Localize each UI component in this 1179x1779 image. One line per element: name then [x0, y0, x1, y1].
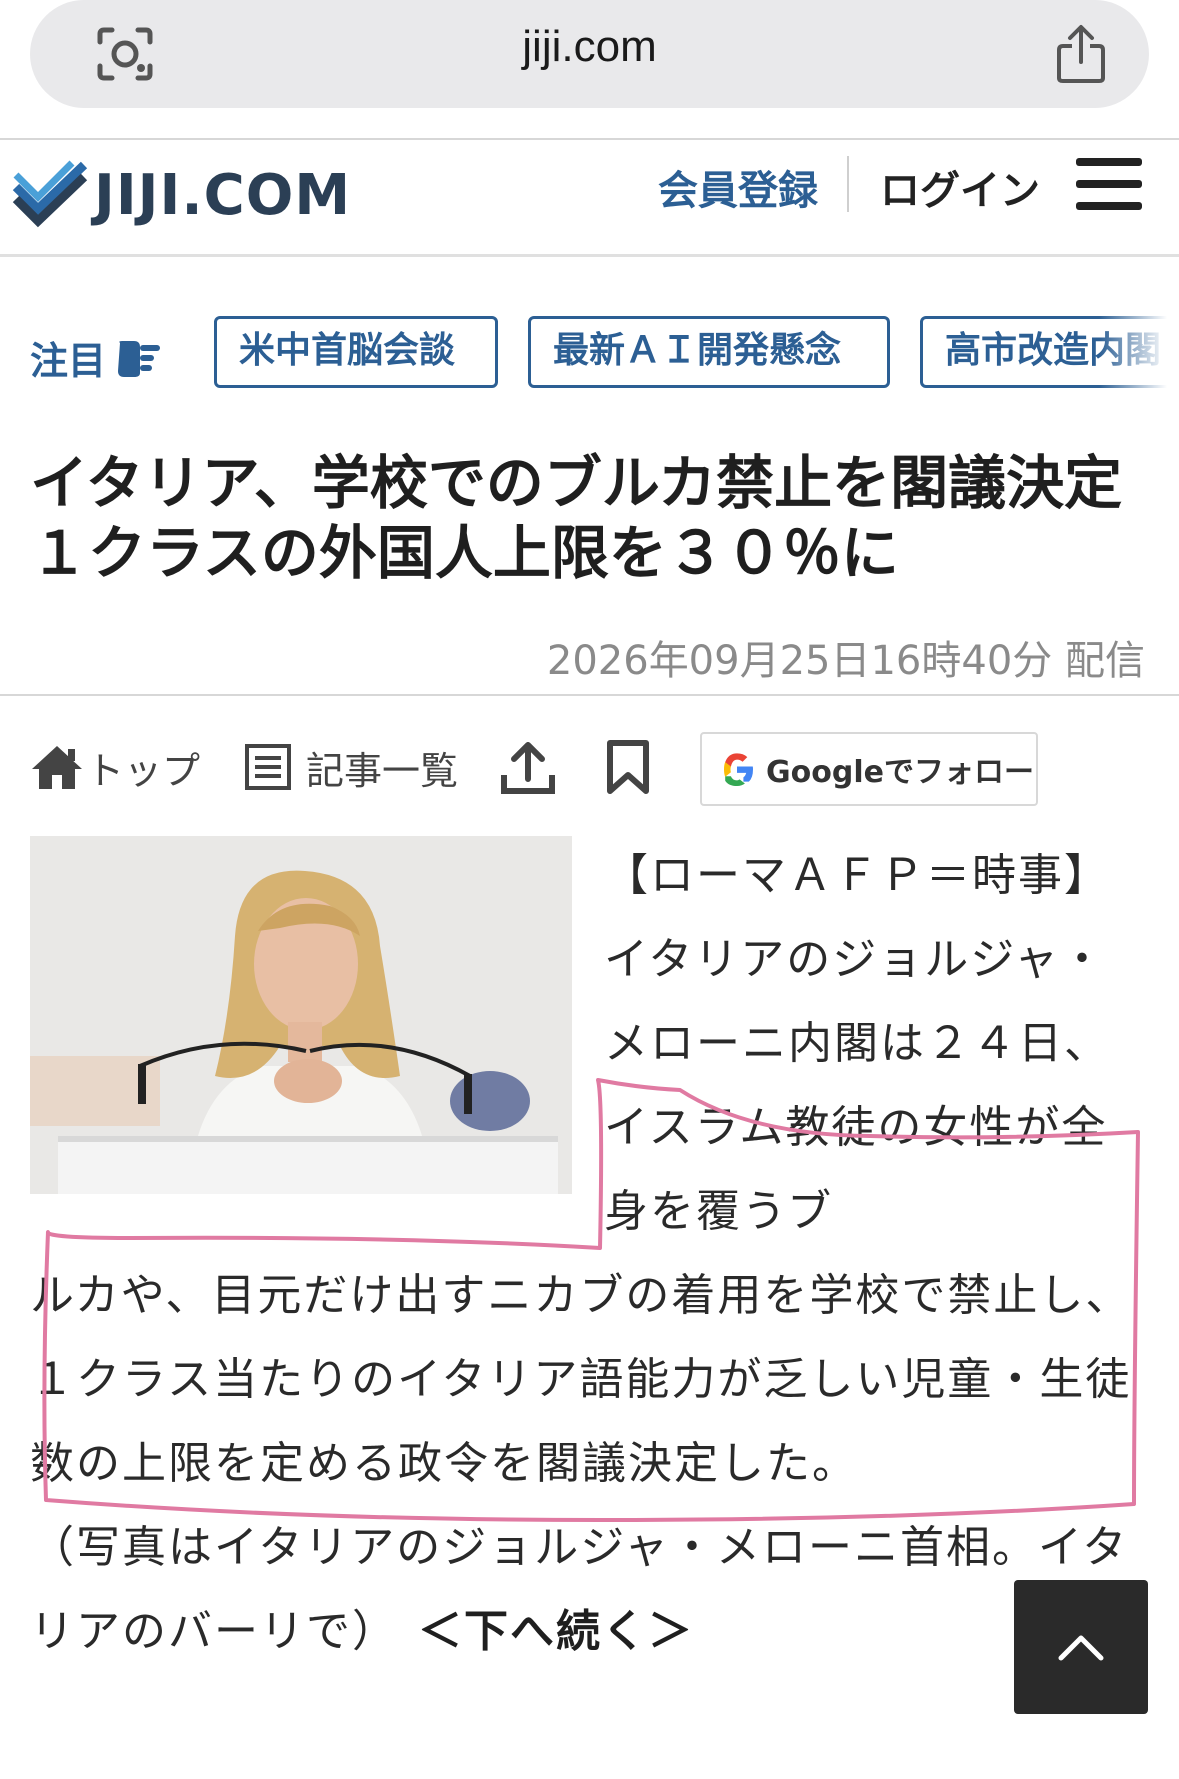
attention-label-group: 注目 [30, 330, 164, 385]
attention-label: 注目 [30, 339, 107, 383]
continue-link[interactable]: ＜下へ続く＞ [418, 1606, 694, 1657]
register-link[interactable]: 会員登録 [658, 158, 818, 216]
article-body-full: ルカや、目元だけ出すニカブの着用を学校で禁止し、１クラス当たりのイタリア語能力が… [30, 1270, 1132, 1489]
article-list-label: 記事一覧 [306, 748, 459, 793]
tag-scroll-fade [1099, 300, 1179, 400]
google-follow-label: Googleでフォロー [766, 755, 1034, 790]
logo-text: JIJI.COM [94, 162, 352, 228]
article-caption: （写真はイタリアのジョルジャ・メローニ首相。イタリアのバーリで） ＜下へ続く＞ [30, 1506, 1160, 1674]
article-list-link[interactable]: 記事一覧 [244, 732, 458, 802]
article-photo[interactable] [30, 836, 572, 1194]
google-follow-button[interactable]: Googleでフォロー [700, 732, 1038, 806]
browser-address-bar[interactable]: jiji.com [30, 0, 1149, 108]
list-icon [245, 744, 291, 790]
share-icon[interactable] [1055, 24, 1107, 84]
site-header: JIJI.COM 会員登録 ログイン [0, 140, 1179, 254]
header-separator [847, 156, 849, 212]
tag-button[interactable]: 最新ＡＩ開発懸念 [528, 316, 890, 388]
top-link-label: トップ [86, 748, 201, 793]
google-logo-icon [724, 753, 753, 786]
url-text[interactable]: jiji.com [30, 22, 1149, 72]
article-body-wrapped: 【ローマＡＦＰ＝時事】イタリアのジョルジャ・メローニ内閣は２４日、イスラム教徒の… [604, 850, 1110, 1237]
published-date: 2026年09月25日16時40分 配信 [546, 638, 1145, 684]
divider [0, 254, 1179, 257]
share-button[interactable] [500, 732, 556, 802]
login-link[interactable]: ログイン [880, 158, 1040, 216]
top-link[interactable]: トップ [30, 732, 200, 802]
home-icon [32, 746, 82, 789]
hamburger-menu-icon[interactable] [1076, 158, 1142, 212]
logo-mark-icon [12, 160, 88, 228]
bookmark-icon [607, 740, 649, 794]
photo-illustration [30, 836, 572, 1194]
back-to-top-button[interactable] [1014, 1580, 1148, 1714]
divider [0, 694, 1179, 696]
article-headline: イタリア、学校でのブルカ禁止を閣議決定 １クラスの外国人上限を３０％に [30, 449, 1123, 587]
pointing-hand-icon [118, 340, 161, 377]
upload-icon [501, 742, 555, 794]
bookmark-button[interactable] [606, 732, 650, 802]
chevron-up-icon [1058, 1635, 1104, 1661]
site-logo[interactable]: JIJI.COM [12, 150, 351, 240]
tag-button[interactable]: 米中首脳会談 [214, 316, 498, 388]
article-toolbar: トップ 記事一覧 Googleでフォロー [0, 732, 1179, 806]
